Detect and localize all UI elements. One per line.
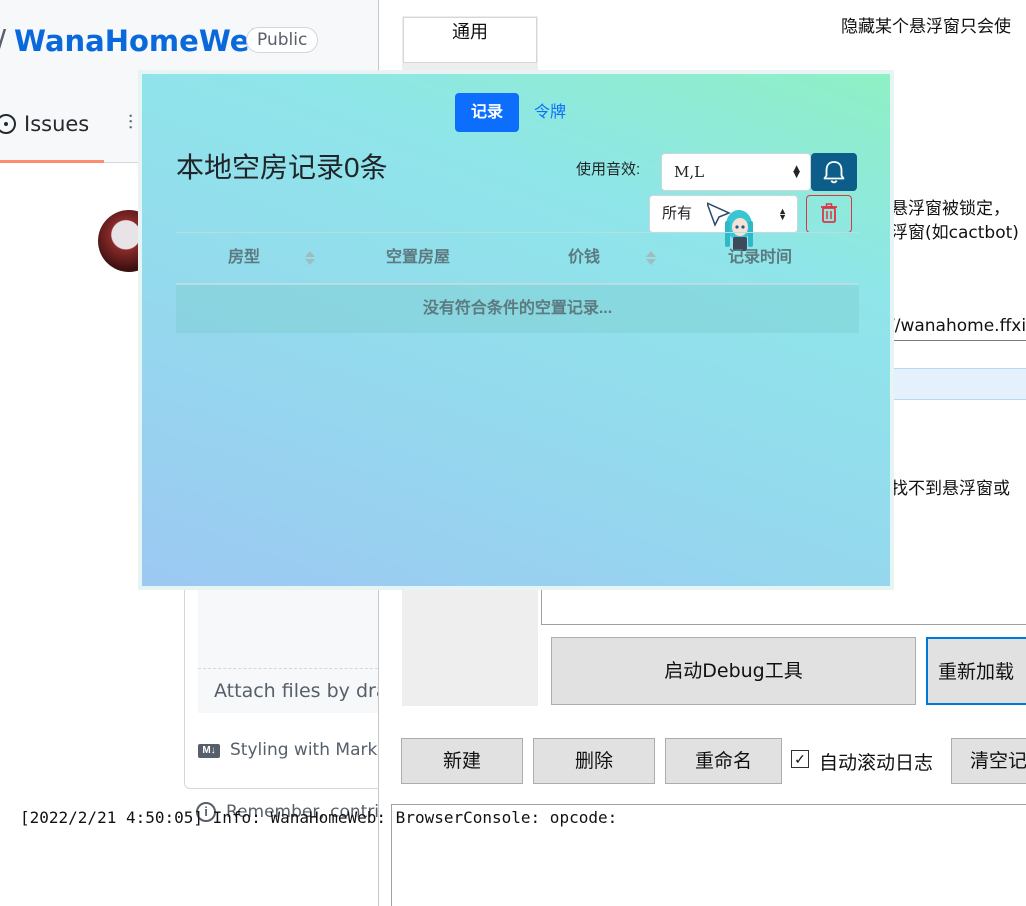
column-header-time[interactable]: 记录时间	[728, 233, 792, 283]
tab-issues[interactable]: Issues	[0, 100, 104, 163]
column-header-price[interactable]: 价钱	[568, 233, 600, 283]
repo-path-separator: /	[0, 24, 6, 59]
bell-icon	[823, 161, 845, 184]
tab-issues-label: Issues	[24, 112, 90, 136]
repo-name-link[interactable]: WanaHomeWeb	[14, 24, 270, 58]
tab-general[interactable]: 通用	[403, 17, 537, 63]
log-line: [2022/2/21 4:50:05] Info: WanaHomeWeb: B…	[20, 808, 618, 827]
clear-log-button[interactable]: 清空记	[951, 738, 1026, 784]
table-header: 房型 空置房屋 价钱 记录时间	[176, 232, 859, 285]
visibility-badge: Public	[246, 27, 319, 53]
column-header-vacant[interactable]: 空置房屋	[386, 233, 450, 283]
bell-button[interactable]	[811, 153, 857, 191]
trash-icon	[821, 203, 837, 223]
attach-files-label: Attach files by drag	[214, 680, 400, 702]
markdown-help-link[interactable]: Styling with Markd	[230, 740, 388, 760]
overlay-locked-hint: 悬浮窗被锁定，	[891, 199, 1010, 219]
column-header-type[interactable]: 房型	[228, 233, 260, 283]
sound-effect-value: M,L	[674, 163, 705, 181]
hide-overlay-hint: 隐藏某个悬浮窗只会使	[841, 17, 1011, 37]
markdown-icon: M↓	[198, 744, 220, 758]
sound-effect-label: 使用音效:	[576, 161, 641, 178]
overlay-not-found-hint: 找不到悬浮窗或	[891, 479, 1010, 499]
selected-option-strip[interactable]	[889, 368, 1026, 400]
issue-opened-icon	[0, 114, 16, 134]
delete-button[interactable]: 删除	[533, 738, 655, 784]
sound-effect-select[interactable]: M,L ▲ ▼	[661, 153, 811, 191]
select-caret-icon: ▲ ▼	[778, 206, 787, 222]
overlay-cactbot-hint: 浮窗(如cactbot)	[891, 223, 1019, 243]
filter-value: 所有	[662, 205, 693, 222]
rename-button[interactable]: 重命名	[665, 738, 782, 784]
delete-records-button[interactable]	[806, 195, 852, 233]
select-caret-icon: ▲ ▼	[793, 164, 800, 180]
tab-token[interactable]: 令牌	[534, 93, 566, 132]
overlay-url-field[interactable]: //wanahome.ffxiv	[889, 312, 1026, 341]
wanahome-overlay[interactable]: 记录 令牌 本地空房记录0条 使用音效: M,L ▲ ▼ 所有 ▲ ▼ 房型 空…	[138, 70, 894, 590]
start-debug-tool-button[interactable]: 启动Debug工具	[551, 637, 916, 705]
reload-button[interactable]: 重新加载（	[926, 637, 1026, 705]
table-empty-row: 没有符合条件的空置记录...	[176, 285, 859, 333]
pull-request-icon[interactable]: ⫶	[128, 112, 133, 135]
comment-textarea[interactable]	[198, 590, 388, 668]
auto-scroll-label: 自动滚动日志	[819, 752, 934, 774]
tab-record[interactable]: 记录	[455, 93, 519, 132]
vacancy-table: 房型 空置房屋 价钱 记录时间 没有符合条件的空置记录...	[176, 232, 859, 333]
auto-scroll-checkbox[interactable]: ✓	[791, 750, 809, 768]
new-button[interactable]: 新建	[401, 738, 523, 784]
page-title: 本地空房记录0条	[176, 152, 388, 183]
